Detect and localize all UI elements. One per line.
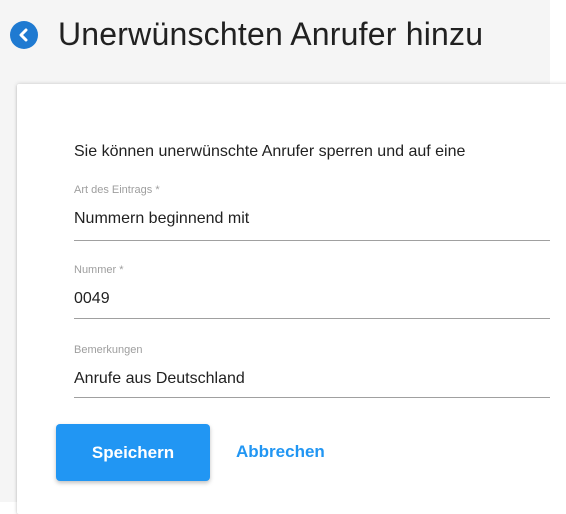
remarks-input[interactable]: Anrufe aus Deutschland	[74, 370, 550, 388]
intro-text: Sie können unerwünschte Anrufer sperren …	[74, 143, 466, 160]
entry-type-select[interactable]: Nummern beginnend mit	[74, 210, 550, 228]
cancel-button[interactable]: Abbrechen	[236, 438, 325, 466]
number-label: Nummer *	[74, 264, 124, 276]
save-button[interactable]: Speichern	[56, 424, 210, 481]
header: Unerwünschten Anrufer hinzu	[0, 0, 550, 72]
chevron-left-icon	[17, 28, 31, 42]
remarks-underline	[74, 397, 550, 398]
number-input[interactable]: 0049	[74, 290, 550, 308]
back-button[interactable]	[10, 21, 38, 49]
page-title: Unerwünschten Anrufer hinzu	[58, 16, 484, 52]
entry-type-underline	[74, 240, 550, 241]
number-underline	[74, 318, 550, 319]
entry-type-label: Art des Eintrags *	[74, 184, 160, 196]
remarks-label: Bemerkungen	[74, 344, 143, 356]
